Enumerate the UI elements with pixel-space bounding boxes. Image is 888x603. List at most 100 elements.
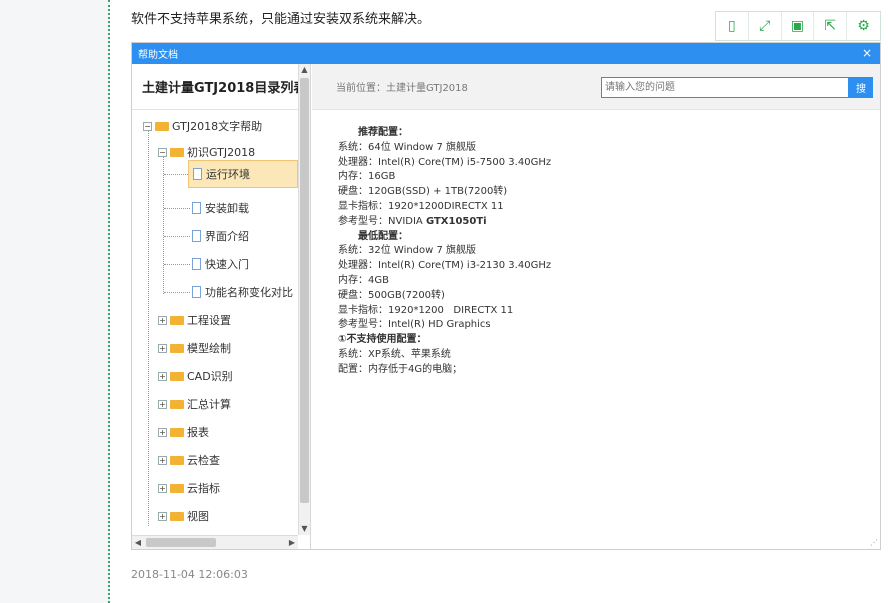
spec-line: 硬盘：120GB(SSD) + 1TB(7200转) (338, 186, 508, 198)
tree-folder-item[interactable]: + 工程设置 (158, 310, 231, 330)
expand-icon[interactable]: + (158, 455, 167, 465)
tree-line (148, 126, 149, 526)
section-heading: 推荐配置： (358, 127, 408, 138)
help-dialog: 帮助文档 × 土建计量GTJ2018目录列表 − GTJ2018文字帮助 − 初… (131, 42, 881, 550)
tree-line (164, 264, 190, 265)
spec-line: 配置：内存低于4G的电脑； (338, 363, 463, 375)
tree-doc-label: 安装卸载 (205, 202, 249, 215)
spec-line: 处理器：Intel(R) Core(TM) i5-7500 3.40GHz (338, 156, 552, 168)
tree-folder-label: 云检查 (187, 454, 220, 467)
tree-folder-item[interactable]: + 汇总计算 (158, 394, 231, 414)
share-icon[interactable]: ⇱ (814, 12, 848, 40)
scroll-right-icon[interactable]: ▶ (286, 536, 298, 549)
tree-heading: 土建计量GTJ2018目录列表 (132, 64, 310, 110)
expand-icon[interactable]: + (158, 343, 167, 353)
scroll-up-icon[interactable]: ▲ (299, 64, 310, 76)
section-heading: ①不支持使用配置： (338, 334, 427, 346)
expand-icon[interactable]: + (158, 399, 167, 409)
tree-line (164, 208, 190, 209)
spec-line: 系统：32位 Window 7 旗舰版 (338, 245, 477, 257)
dialog-titlebar: 帮助文档 × (132, 43, 880, 64)
close-icon[interactable]: × (862, 46, 872, 60)
tree-folder-label: 模型绘制 (187, 342, 231, 355)
toolbar: ▯ ⤢ ▣ ⇱ ⚙ (715, 11, 881, 41)
expand-icon[interactable]: + (158, 371, 167, 381)
scroll-down-icon[interactable]: ▼ (299, 523, 310, 535)
collapse-icon[interactable]: − (143, 121, 152, 131)
tree-group-label: 初识GTJ2018 (187, 146, 256, 159)
folder-icon (170, 427, 184, 437)
dialog-title: 帮助文档 (138, 50, 178, 61)
spec-line: 系统：XP系统、苹果系统 (338, 348, 451, 360)
tree-root[interactable]: − GTJ2018文字帮助 (143, 116, 262, 136)
tree-line (164, 236, 190, 237)
tree-doc-item[interactable]: 快速入门 (192, 254, 249, 274)
tree-folder-item[interactable]: + 云指标 (158, 478, 220, 498)
tree-folder-item[interactable]: + 视图 (158, 506, 209, 526)
tree-vertical-scrollbar[interactable]: ▲ ▼ (298, 64, 310, 535)
gpu-prefix: 参考型号：NVIDIA (338, 215, 426, 227)
fullscreen-icon[interactable]: ⤢ (749, 12, 782, 40)
tree-line (164, 292, 190, 293)
spec-line: 内存：16GB (338, 171, 396, 183)
expand-icon[interactable]: + (158, 427, 167, 437)
tree-group[interactable]: − 初识GTJ2018 (158, 142, 255, 162)
search-input[interactable] (601, 77, 849, 98)
tree: − GTJ2018文字帮助 − 初识GTJ2018 运行环境 安装卸载 界面介绍… (132, 112, 298, 534)
tree-doc-item[interactable]: 安装卸载 (192, 198, 249, 218)
folder-icon (170, 455, 184, 465)
document-icon (192, 230, 201, 242)
post-timestamp: 2018-11-04 12:06:03 (131, 568, 248, 581)
tree-line (163, 154, 164, 294)
tree-doc-item[interactable]: 运行环境 (188, 160, 298, 188)
tree-doc-label: 快速入门 (205, 258, 249, 271)
tree-folder-label: CAD识别 (187, 370, 233, 383)
folder-icon (170, 371, 184, 381)
tablet-icon[interactable]: ▯ (716, 12, 749, 40)
location-bar: 当前位置：土建计量GTJ2018 搜 (312, 64, 880, 110)
scroll-thumb[interactable] (300, 78, 309, 503)
tree-folder-item[interactable]: + CAD识别 (158, 366, 233, 386)
tree-horizontal-scrollbar[interactable]: ◀ ▶ (132, 535, 298, 549)
document-icon (192, 202, 201, 214)
spec-line: 内存：4GB (338, 274, 389, 286)
resize-grip-icon[interactable]: ⋰ (870, 538, 878, 547)
folder-icon (170, 315, 184, 325)
expand-icon[interactable]: + (158, 483, 167, 493)
tree-folder-label: 云指标 (187, 482, 220, 495)
document-icon (192, 286, 201, 298)
scroll-left-icon[interactable]: ◀ (132, 536, 144, 549)
tree-folder-label: 工程设置 (187, 314, 231, 327)
tree-root-label: GTJ2018文字帮助 (172, 120, 263, 133)
spec-line: 显卡指标：1920*1200DIRECTX 11 (338, 200, 504, 212)
spec-line: 硬盘：500GB(7200转) (338, 289, 445, 301)
expand-icon[interactable]: + (158, 511, 167, 521)
tree-folder-item[interactable]: + 云检查 (158, 450, 220, 470)
search-button[interactable]: 搜 (849, 77, 873, 98)
breadcrumb: 当前位置：土建计量GTJ2018 (336, 83, 468, 94)
folder-open-icon (155, 121, 169, 131)
tree-folder-item[interactable]: + 模型绘制 (158, 338, 231, 358)
document-icon (193, 168, 202, 180)
tree-doc-item[interactable]: 界面介绍 (192, 226, 249, 246)
spec-line: 参考型号：NVIDIA GTX1050Ti (338, 215, 551, 230)
expand-icon[interactable]: + (158, 315, 167, 325)
spec-line: 系统：64位 Window 7 旗舰版 (338, 141, 477, 153)
spec-line: 处理器：Intel(R) Core(TM) i3-2130 3.40GHz (338, 260, 552, 272)
tree-doc-label: 运行环境 (206, 168, 250, 181)
scroll-thumb[interactable] (146, 538, 216, 547)
settings-icon[interactable]: ⚙ (847, 12, 880, 40)
document-icon (192, 258, 201, 270)
folder-icon (170, 483, 184, 493)
collapse-icon[interactable]: − (158, 147, 167, 157)
section-heading: 最低配置： (358, 230, 408, 242)
folder-icon (170, 511, 184, 521)
tree-folder-item[interactable]: + 报表 (158, 422, 209, 442)
folder-icon (170, 343, 184, 353)
spec-line: 参考型号：Intel(R) HD Graphics (338, 319, 491, 331)
folder-open-icon (170, 147, 184, 157)
tree-doc-item[interactable]: 功能名称变化对比 (192, 282, 293, 302)
tree-line (164, 174, 188, 175)
spec-line: 显卡指标：1920*1200 DIRECTX 11 (338, 304, 514, 316)
save-icon[interactable]: ▣ (782, 12, 815, 40)
